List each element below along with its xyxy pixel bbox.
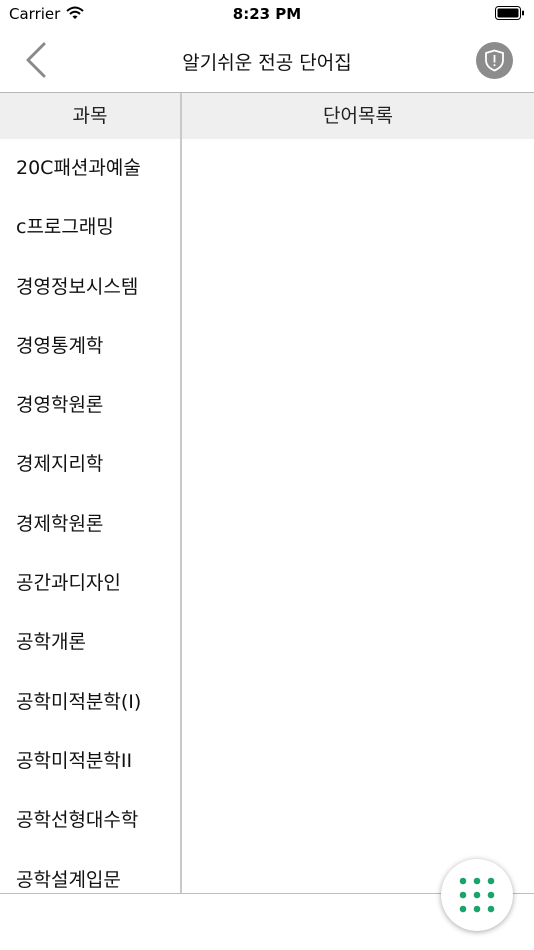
menu-fab-button[interactable]: [441, 859, 513, 931]
shield-alert-icon: [485, 49, 504, 72]
subject-item[interactable]: 경영통계학: [0, 317, 180, 376]
subject-item[interactable]: c프로그래밍: [0, 198, 180, 257]
word-list-column-header: 단어목록: [323, 105, 393, 127]
subject-item[interactable]: 경제지리학: [0, 435, 180, 494]
subject-item[interactable]: 경영학원론: [0, 376, 180, 435]
battery-icon: [495, 6, 524, 20]
subject-item[interactable]: 경영정보시스템: [0, 258, 180, 317]
subject-item[interactable]: 경제학원론: [0, 495, 180, 554]
subject-item[interactable]: 공간과디자인: [0, 554, 180, 613]
status-bar: Carrier 8:23 PM: [0, 0, 534, 28]
report-button[interactable]: [476, 42, 513, 79]
subject-item[interactable]: 공학미적분학II: [0, 732, 180, 791]
subject-column-header: 과목: [72, 105, 108, 127]
word-list-panel[interactable]: [182, 139, 534, 893]
subject-item[interactable]: 공학개론: [0, 613, 180, 672]
subject-item[interactable]: 20C패션과예술: [0, 139, 180, 198]
subject-item[interactable]: 공학미적분학(I): [0, 673, 180, 732]
table-header: 과목 단어목록: [0, 93, 534, 139]
grid-menu-icon: [459, 877, 495, 913]
page-title: 알기쉬운 전공 단어집: [182, 52, 352, 74]
subject-item[interactable]: 공학선형대수학: [0, 791, 180, 850]
navigation-bar: 알기쉬운 전공 단어집: [0, 28, 534, 93]
status-time: 8:23 PM: [232, 5, 302, 23]
subject-list[interactable]: 20C패션과예술 c프로그래밍 경영정보시스템 경영통계학 경영학원론 경제지리…: [0, 139, 180, 893]
subject-item[interactable]: 공학설계입문: [0, 851, 180, 893]
